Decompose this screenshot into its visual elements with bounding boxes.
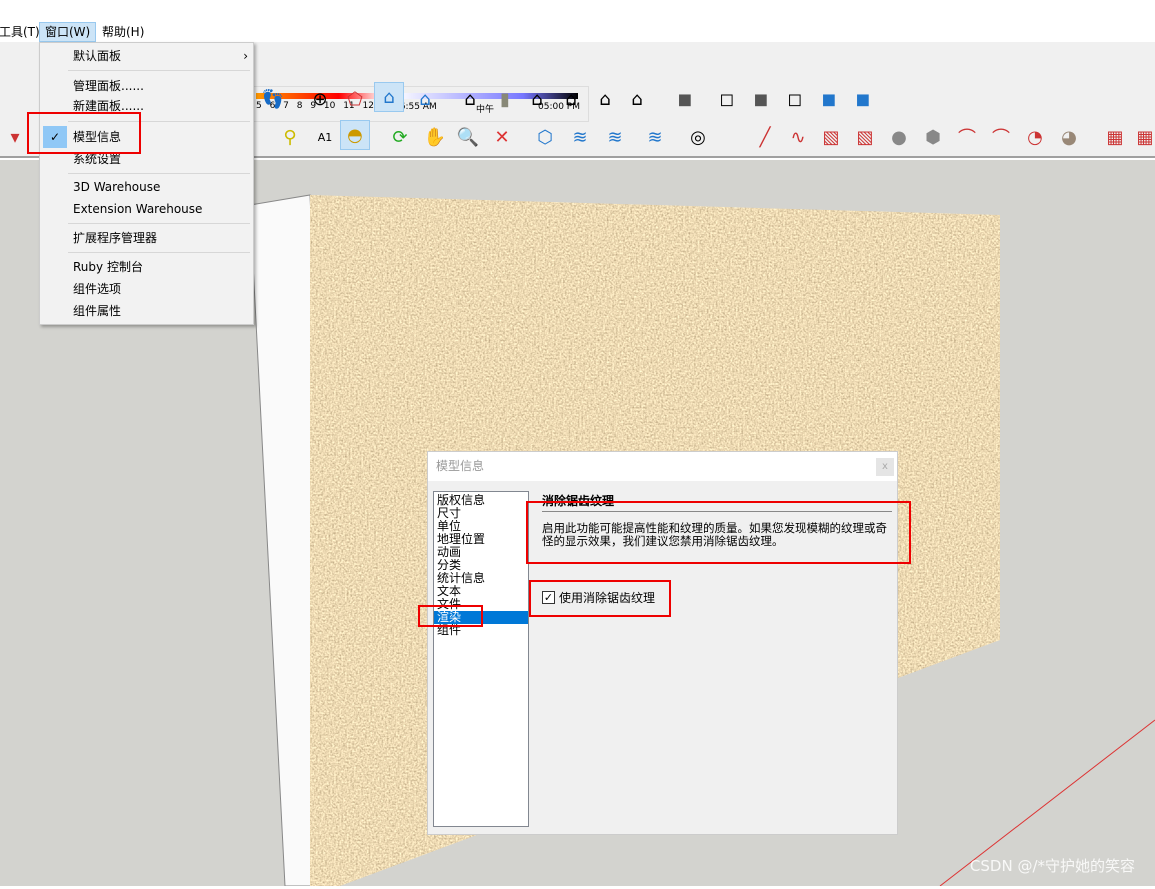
menu-item-3d-warehouse[interactable]: 3D Warehouse bbox=[73, 177, 160, 197]
union-icon[interactable]: ◼ bbox=[746, 84, 776, 114]
circle-icon[interactable]: ● bbox=[884, 122, 914, 152]
separator bbox=[68, 70, 250, 71]
walk-icon[interactable]: 👣 bbox=[258, 84, 288, 114]
separator bbox=[68, 173, 250, 174]
pie-icon[interactable]: ◕ bbox=[1054, 122, 1084, 152]
annotation-box-description bbox=[526, 501, 911, 564]
menu-item-manage-trays[interactable]: 管理面板...... bbox=[73, 76, 144, 96]
submenu-arrow-icon: › bbox=[243, 49, 248, 63]
back-view-icon[interactable]: ⌂ bbox=[590, 84, 620, 114]
xray-icon[interactable]: ⬠ bbox=[340, 84, 370, 114]
intersect-icon[interactable]: ◻ bbox=[712, 84, 742, 114]
sandbox-grid-icon[interactable]: ▦ bbox=[1130, 122, 1155, 152]
menu-window[interactable]: 窗口(W) bbox=[39, 22, 97, 42]
list-item[interactable]: 统计信息 bbox=[434, 572, 528, 585]
dialog-title: 模型信息 bbox=[428, 452, 897, 481]
watermark: CSDN @/*守护她的笑容 bbox=[969, 857, 1135, 875]
category-list: 版权信息 尺寸 单位 地理位置 动画 分类 统计信息 文本 文件 渲染 组件 bbox=[433, 491, 529, 827]
menu-bar: 工具(T) 窗口(W) 帮助(H) bbox=[0, 22, 1155, 42]
paint-bucket-icon[interactable]: ◓ bbox=[340, 120, 370, 150]
menu-item-component-options[interactable]: 组件选项 bbox=[73, 279, 121, 299]
pan-icon[interactable]: ✋ bbox=[420, 122, 450, 152]
rectangle-icon[interactable]: ▧ bbox=[816, 122, 846, 152]
front-view-icon[interactable]: ⌂ bbox=[522, 84, 552, 114]
text-tool-icon[interactable]: A1 bbox=[310, 122, 340, 152]
list-item[interactable]: 版权信息 bbox=[434, 494, 528, 507]
zoom-extents-icon[interactable]: ✕ bbox=[487, 122, 517, 152]
polygon-icon[interactable]: ⬢ bbox=[918, 122, 948, 152]
shaded-house-icon[interactable]: ⌂ bbox=[410, 84, 440, 114]
trim-icon[interactable]: ◼ bbox=[814, 84, 844, 114]
extension-warehouse-icon[interactable]: ≋ bbox=[640, 122, 670, 152]
account-icon[interactable]: ◎ bbox=[683, 122, 713, 152]
list-item[interactable]: 尺寸 bbox=[434, 507, 528, 520]
menu-item-default-tray[interactable]: 默认面板 › bbox=[73, 46, 248, 66]
list-item[interactable]: 分类 bbox=[434, 559, 528, 572]
menu-item-extension-warehouse[interactable]: Extension Warehouse bbox=[73, 199, 202, 219]
window-menu: 默认面板 › 管理面板...... 新建面板...... ✓ 模型信息 系统设置 … bbox=[39, 42, 254, 325]
annotation-box-menu bbox=[27, 112, 141, 154]
list-item[interactable]: 文本 bbox=[434, 585, 528, 598]
menu-item-extension-manager[interactable]: 扩展程序管理器 bbox=[73, 228, 157, 248]
freehand-icon[interactable]: ∿ bbox=[783, 122, 813, 152]
share-model-icon[interactable]: ≋ bbox=[565, 122, 595, 152]
position-camera-icon[interactable]: ⊕ bbox=[305, 84, 335, 114]
line-tool-icon[interactable]: ╱ bbox=[750, 122, 780, 152]
layers-icon[interactable]: ≋ bbox=[600, 122, 630, 152]
close-button[interactable]: x bbox=[876, 458, 894, 476]
warehouse-icon[interactable]: ⬡ bbox=[530, 122, 560, 152]
rotated-rectangle-icon[interactable]: ▧ bbox=[850, 122, 880, 152]
left-view-icon[interactable]: ⌂ bbox=[622, 84, 652, 114]
list-item[interactable]: 单位 bbox=[434, 520, 528, 533]
annotation-box-render bbox=[418, 605, 483, 627]
wireframe-house-icon[interactable]: ⌂ bbox=[374, 82, 404, 112]
two-point-arc-icon[interactable]: ⌒ bbox=[986, 122, 1016, 152]
sandbox-icon[interactable]: ▦ bbox=[1100, 122, 1130, 152]
outer-shell-icon[interactable]: ◼ bbox=[670, 84, 700, 114]
right-view-icon[interactable]: ⌂ bbox=[556, 84, 586, 114]
arc-icon[interactable]: ⌒ bbox=[952, 122, 982, 152]
list-item[interactable]: 动画 bbox=[434, 546, 528, 559]
split-icon[interactable]: ◼ bbox=[848, 84, 878, 114]
iso-view-icon[interactable]: ⌂ bbox=[455, 84, 485, 114]
three-point-arc-icon[interactable]: ◔ bbox=[1020, 122, 1050, 152]
menu-item-component-attributes[interactable]: 组件属性 bbox=[73, 301, 121, 321]
menu-item-ruby-console[interactable]: Ruby 控制台 bbox=[73, 257, 143, 277]
annotation-box-checkbox bbox=[529, 580, 671, 617]
menu-tools[interactable]: 工具(T) bbox=[0, 22, 45, 42]
menu-help[interactable]: 帮助(H) bbox=[97, 22, 149, 42]
orbit-icon[interactable]: ⟳ bbox=[385, 122, 415, 152]
top-view-icon[interactable]: ▮ bbox=[490, 84, 520, 114]
tick: 8 bbox=[296, 101, 303, 111]
tape-measure-icon[interactable]: ⚲ bbox=[275, 122, 305, 152]
subtract-icon[interactable]: ◻ bbox=[780, 84, 810, 114]
separator bbox=[68, 223, 250, 224]
zoom-icon[interactable]: 🔍 bbox=[453, 122, 483, 152]
separator bbox=[68, 252, 250, 253]
color-picker-icon[interactable]: ▾ bbox=[0, 122, 30, 152]
list-item[interactable]: 地理位置 bbox=[434, 533, 528, 546]
